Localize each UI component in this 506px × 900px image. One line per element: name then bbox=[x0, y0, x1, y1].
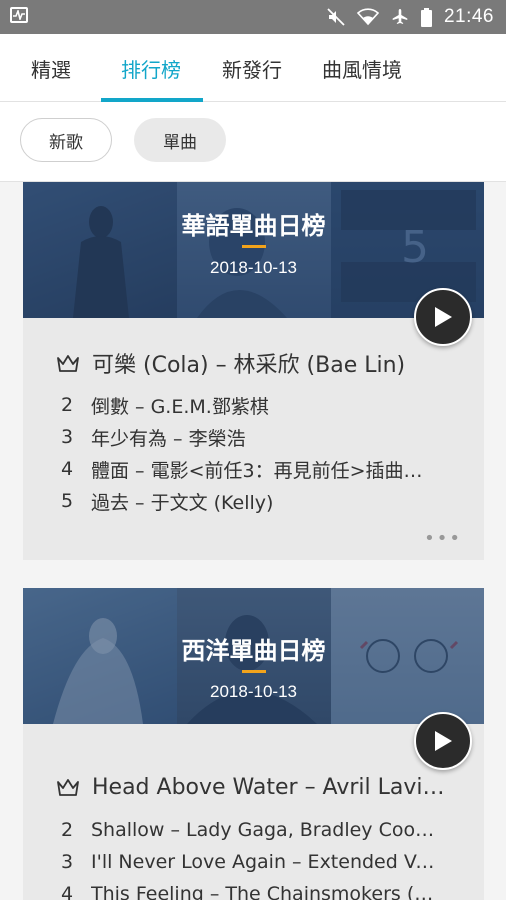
song-title: This Feeling – The Chainsmokers (… bbox=[91, 883, 434, 900]
top-tab-bar: 精選 排行榜 新發行 曲風情境 bbox=[0, 34, 506, 102]
tab-featured[interactable]: 精選 bbox=[31, 54, 71, 83]
song-title: 可樂 (Cola) – 林采欣 (Bae Lin) bbox=[92, 353, 406, 378]
song-title: 年少有為 – 李榮浩 bbox=[91, 427, 246, 450]
chart-filter-bar: 新歌 單曲 bbox=[0, 102, 506, 182]
rank: 3 bbox=[61, 851, 74, 873]
crown-icon bbox=[57, 779, 79, 796]
chart-card-mandarin[interactable]: 5 華語單曲日榜 2018-10-13 可樂 (Cola) – 林采欣 (Bae… bbox=[23, 182, 484, 560]
chart-date: 2018-10-13 bbox=[210, 258, 297, 277]
list-item[interactable]: Head Above Water – Avril Lavi… bbox=[56, 771, 462, 803]
chart-banner[interactable]: 5 華語單曲日榜 2018-10-13 bbox=[23, 182, 484, 318]
song-title: 體面 – 電影<前任3：再見前任>插曲… bbox=[91, 459, 423, 482]
more-options-button[interactable]: ••• bbox=[424, 528, 462, 549]
rank: 4 bbox=[61, 883, 74, 900]
crown-icon bbox=[57, 355, 79, 372]
rank: 2 bbox=[61, 819, 74, 841]
play-button[interactable] bbox=[414, 288, 472, 346]
list-item[interactable]: 2 倒數 – G.E.M.鄧紫棋 bbox=[61, 391, 436, 419]
singles-chip[interactable]: 單曲 bbox=[134, 118, 226, 162]
title-accent-line bbox=[242, 245, 266, 248]
list-item[interactable]: 5 過去 – 于文文 (Kelly) bbox=[61, 487, 436, 515]
rank: 2 bbox=[61, 394, 74, 416]
play-button[interactable] bbox=[414, 712, 472, 770]
tab-charts[interactable]: 排行榜 bbox=[121, 54, 181, 83]
song-title: Shallow – Lady Gaga, Bradley Coop… bbox=[91, 819, 436, 841]
status-bar: 21:46 bbox=[0, 0, 506, 34]
rank: 5 bbox=[61, 490, 74, 512]
list-item[interactable]: 2 Shallow – Lady Gaga, Bradley Coop… bbox=[61, 816, 436, 844]
activity-monitor-icon bbox=[10, 7, 28, 23]
rank: 3 bbox=[61, 426, 74, 448]
chart-card-western[interactable]: 西洋單曲日榜 2018-10-13 Head Above Water – Avr… bbox=[23, 588, 484, 900]
chart-date: 2018-10-13 bbox=[210, 682, 297, 701]
play-icon bbox=[435, 731, 452, 751]
list-item[interactable]: 3 I'll Never Love Again – Extended Ve… bbox=[61, 848, 436, 876]
title-accent-line bbox=[242, 670, 266, 673]
list-item[interactable]: 4 體面 – 電影<前任3：再見前任>插曲… bbox=[61, 455, 436, 483]
list-item[interactable]: 3 年少有為 – 李榮浩 bbox=[61, 423, 436, 451]
wifi-icon bbox=[356, 8, 379, 26]
list-item[interactable]: 可樂 (Cola) – 林采欣 (Bae Lin) bbox=[56, 347, 462, 379]
chart-list[interactable]: 5 華語單曲日榜 2018-10-13 可樂 (Cola) – 林采欣 (Bae… bbox=[0, 182, 506, 900]
play-icon bbox=[435, 307, 452, 327]
mute-icon bbox=[327, 8, 345, 26]
rank: 4 bbox=[61, 458, 74, 480]
airplane-icon bbox=[392, 9, 408, 24]
clock: 21:46 bbox=[443, 6, 494, 27]
list-item[interactable]: 4 This Feeling – The Chainsmokers (… bbox=[61, 880, 436, 900]
song-title: 過去 – 于文文 (Kelly) bbox=[91, 491, 274, 514]
song-title: 倒數 – G.E.M.鄧紫棋 bbox=[91, 395, 269, 418]
song-title: Head Above Water – Avril Lavi… bbox=[92, 774, 445, 800]
chart-title: 西洋單曲日榜 bbox=[181, 637, 326, 665]
tab-genres-moods[interactable]: 曲風情境 bbox=[322, 54, 402, 83]
banner-overlay bbox=[23, 182, 484, 318]
battery-icon bbox=[420, 7, 432, 27]
chart-banner[interactable]: 西洋單曲日榜 2018-10-13 bbox=[23, 588, 484, 724]
tab-new-releases[interactable]: 新發行 bbox=[222, 54, 282, 83]
chart-title: 華語單曲日榜 bbox=[181, 212, 326, 240]
song-title: I'll Never Love Again – Extended Ve… bbox=[91, 851, 436, 873]
new-songs-chip[interactable]: 新歌 bbox=[20, 118, 112, 162]
